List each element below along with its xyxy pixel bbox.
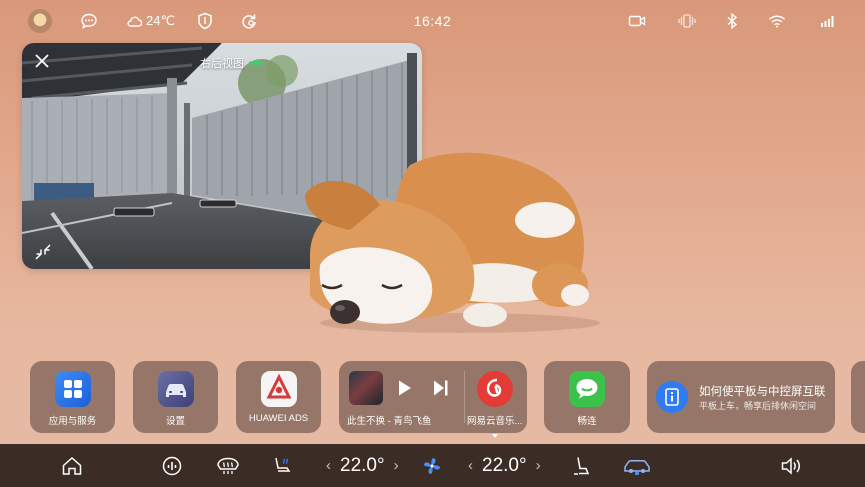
arrow-right-icon [249,58,263,68]
dashcam-icon[interactable] [628,10,646,32]
chevron-down-icon[interactable] [492,425,498,443]
sleeping-dog-illustration [305,152,600,333]
rear-defrost-icon[interactable] [216,444,240,487]
signal-icon [820,10,836,32]
bluetooth-icon[interactable] [726,10,738,32]
play-icon[interactable] [397,379,413,402]
bottom-dock: ‹ 22.0° › ‹ 22.0° › [0,444,865,487]
status-bar: 24℃ 16:42 [0,0,865,42]
netease-music-icon[interactable] [477,371,513,407]
left-temp-increase[interactable]: › [394,457,399,474]
wifi-icon[interactable] [768,10,786,32]
right-temp-increase[interactable]: › [536,457,541,474]
left-temp-value: 22.0° [340,454,385,476]
camera-title-text: 右后视图 [200,58,244,70]
right-temperature-control[interactable]: ‹ 22.0° › [468,444,541,487]
cloud-icon [127,16,142,27]
car-icon[interactable] [622,444,652,487]
settings-card[interactable]: 设置 [133,361,218,433]
meetime-card[interactable]: 畅连 [544,361,630,433]
weather-temperature: 24℃ [146,13,176,28]
settings-label: 设置 [165,416,185,427]
apps-grid-icon [54,371,91,407]
energy-icon[interactable] [161,444,183,487]
close-icon[interactable] [32,51,52,71]
tip-title: 如何使平板与中控屏互联 [699,386,826,398]
home-icon[interactable] [61,444,83,487]
right-temp-value: 22.0° [482,454,527,476]
huawei-ads-card[interactable]: HUAWEI ADS [236,361,321,433]
tip-subtitle: 平板上车，畅享后排休闲空间 [699,401,817,411]
music-card[interactable]: 此生不换 - 青鸟飞鱼 网易云音乐... [339,361,527,438]
shield-icon[interactable] [197,10,213,32]
apps-services-card[interactable]: 应用与服务 [30,361,115,433]
left-temp-decrease[interactable]: ‹ [326,457,331,474]
clock-time: 16:42 [413,13,452,29]
info-icon [656,381,688,413]
huawei-ads-label: HUAWEI ADS [248,413,309,424]
chat-bubble-icon[interactable] [80,10,98,32]
seat-icon[interactable] [570,444,592,487]
tablet-tip-card[interactable]: 如何使平板与中控屏互联 平板上车，畅享后排休闲空间 [647,361,835,433]
huawei-ads-icon [260,371,297,407]
left-temperature-control[interactable]: ‹ 22.0° › [326,444,399,487]
song-title: 此生不换 - 青鸟飞鱼 [347,416,432,427]
vibrate-icon[interactable] [677,10,697,32]
divider [464,371,465,423]
meetime-chat-icon [569,371,605,407]
avatar[interactable] [28,9,52,33]
next-track-icon[interactable] [433,379,449,402]
fan-icon[interactable] [421,444,443,487]
next-card-peek[interactable] [851,361,865,433]
camera-title: 右后视图 [200,55,264,71]
apps-services-label: 应用与服务 [48,416,97,427]
right-temp-decrease[interactable]: ‹ [468,457,473,474]
sync-icon[interactable] [240,10,258,32]
meetime-label: 畅连 [577,416,597,427]
seat-heat-icon[interactable] [272,444,294,487]
volume-icon[interactable] [780,444,802,487]
car-settings-icon [157,371,194,407]
weather-widget[interactable]: 24℃ [126,10,175,32]
album-cover[interactable] [349,371,383,405]
shrink-icon[interactable] [34,243,52,261]
